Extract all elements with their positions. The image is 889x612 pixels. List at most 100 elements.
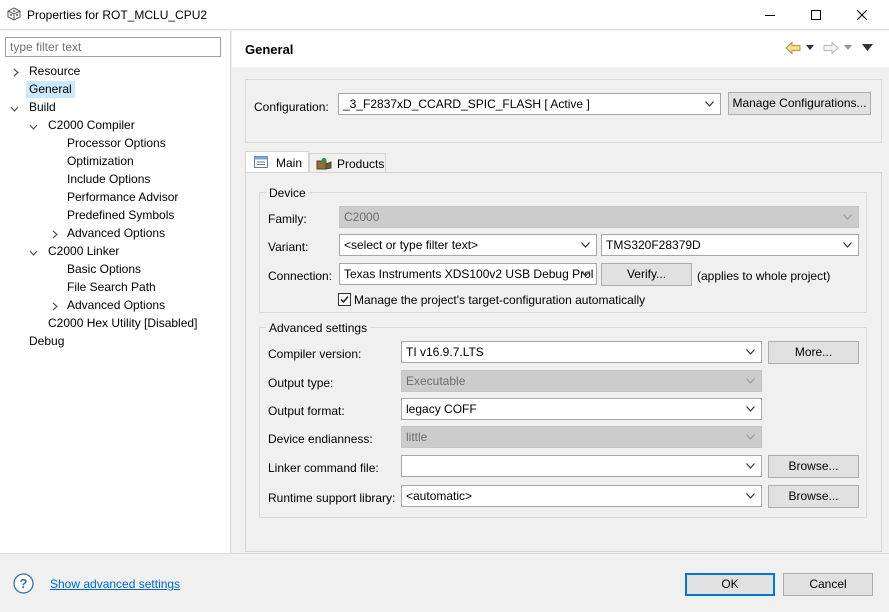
output-format-select[interactable]: legacy COFF	[401, 398, 762, 420]
products-tab-icon	[316, 158, 332, 170]
variant-label: Variant:	[268, 240, 309, 254]
family-label: Family:	[268, 212, 307, 226]
tab-main-label: Main	[276, 156, 303, 170]
tree-item-include-options[interactable]: Include Options	[67, 171, 150, 188]
window-title: Properties for ROT_MCLU_CPU2	[27, 8, 208, 22]
tree-item-resource[interactable]: Resource	[29, 63, 80, 80]
show-advanced-settings-link[interactable]: Show advanced settings	[50, 577, 180, 591]
forward-arrow-icon[interactable]	[823, 41, 839, 55]
collapse-icon[interactable]	[29, 248, 38, 257]
verify-button[interactable]: Verify...	[601, 263, 692, 286]
chevron-down-icon	[581, 271, 590, 277]
forward-dropdown-icon[interactable]	[844, 45, 852, 51]
page-title: General	[245, 42, 294, 57]
tree-item-processor-options[interactable]: Processor Options	[67, 135, 166, 152]
more-button[interactable]: More...	[768, 341, 859, 364]
tree-item-c2000-linker[interactable]: C2000 Linker	[48, 243, 119, 260]
runtime-support-library-label: Runtime support library:	[268, 491, 396, 505]
tree-item-performance-advisor[interactable]: Performance Advisor	[67, 189, 178, 206]
chevron-down-icon	[843, 214, 852, 220]
variant-value: TMS320F28379D	[606, 238, 701, 252]
tree-item-file-search-path[interactable]: File Search Path	[67, 279, 156, 296]
filter-input[interactable]	[5, 37, 221, 57]
dialog-footer: ? Show advanced settings OK Cancel	[0, 553, 889, 612]
variant-filter-value: <select or type filter text>	[344, 238, 479, 252]
chevron-down-icon	[746, 378, 755, 384]
main-tab-panel: Device Family: C2000 Variant: <select or…	[245, 172, 882, 552]
tree-item-linker-advanced-options[interactable]: Advanced Options	[67, 297, 165, 314]
browse-linker-button[interactable]: Browse...	[768, 455, 859, 478]
tree-item-c2000-compiler[interactable]: C2000 Compiler	[48, 117, 135, 134]
chevron-down-icon	[746, 434, 755, 440]
main-tab-icon	[254, 156, 268, 168]
tree-item-c2000-hex-utility[interactable]: C2000 Hex Utility [Disabled]	[48, 315, 197, 332]
linker-command-file-label: Linker command file:	[268, 461, 379, 475]
connection-select[interactable]: Texas Instruments XDS100v2 USB Debug Pro…	[339, 263, 597, 285]
output-format-label: Output format:	[268, 404, 345, 418]
compiler-version-label: Compiler version:	[268, 347, 362, 361]
compiler-version-select[interactable]: TI v16.9.7.LTS	[401, 341, 762, 363]
collapse-icon[interactable]	[10, 104, 19, 113]
variant-filter-input[interactable]: <select or type filter text>	[339, 234, 597, 256]
manage-target-config-checkbox[interactable]	[338, 293, 351, 306]
navigation-panel: Resource General Build C2000 Compiler Pr…	[0, 31, 231, 553]
maximize-button[interactable]	[793, 0, 839, 30]
expand-icon[interactable]	[50, 302, 59, 311]
view-menu-icon[interactable]	[862, 44, 873, 52]
linker-command-file-select[interactable]	[401, 455, 762, 477]
manage-configurations-button[interactable]: Manage Configurations...	[728, 92, 871, 115]
device-endianness-value: little	[406, 430, 428, 444]
connection-value: Texas Instruments XDS100v2 USB Debug Pro…	[344, 267, 594, 281]
expand-icon[interactable]	[11, 68, 20, 77]
configuration-value: _3_F2837xD_CCARD_SPIC_FLASH [ Active ]	[343, 97, 590, 111]
maximize-icon	[811, 10, 821, 20]
compiler-version-value: TI v16.9.7.LTS	[406, 345, 484, 359]
runtime-support-library-select[interactable]: <automatic>	[401, 485, 762, 507]
runtime-support-library-value: <automatic>	[406, 489, 473, 503]
expand-icon[interactable]	[50, 230, 59, 239]
back-arrow-icon[interactable]	[785, 41, 801, 55]
help-icon[interactable]: ?	[13, 573, 34, 594]
page-header: General	[232, 31, 889, 67]
cancel-button[interactable]: Cancel	[783, 573, 873, 596]
title-bar: Properties for ROT_MCLU_CPU2	[0, 0, 889, 30]
browse-runtime-button[interactable]: Browse...	[768, 485, 859, 508]
chevron-down-icon	[746, 406, 755, 412]
back-dropdown-icon[interactable]	[806, 45, 814, 51]
device-endianness-select: little	[401, 426, 762, 448]
variant-select[interactable]: TMS320F28379D	[601, 234, 859, 256]
configuration-box: Configuration: _3_F2837xD_CCARD_SPIC_FLA…	[245, 79, 882, 143]
close-button[interactable]	[839, 0, 885, 30]
tree-item-debug[interactable]: Debug	[29, 333, 64, 350]
chevron-down-icon	[843, 242, 852, 248]
chevron-down-icon	[746, 493, 755, 499]
tree-item-predefined-symbols[interactable]: Predefined Symbols	[67, 207, 174, 224]
output-type-select: Executable	[401, 370, 762, 392]
family-select: C2000	[339, 206, 859, 228]
checkmark-icon	[340, 296, 349, 304]
advanced-settings-title: Advanced settings	[266, 321, 371, 335]
close-icon	[857, 10, 867, 20]
chevron-down-icon	[746, 349, 755, 355]
chevron-down-icon	[705, 101, 714, 107]
ok-button[interactable]: OK	[685, 573, 775, 596]
advanced-settings-group: Advanced settings Compiler version: TI v…	[259, 321, 867, 518]
tab-main[interactable]: Main	[245, 151, 309, 174]
tree-item-build[interactable]: Build	[29, 99, 56, 116]
device-group: Device Family: C2000 Variant: <select or…	[259, 186, 867, 313]
tree-item-general[interactable]: General	[26, 81, 75, 98]
minimize-button[interactable]	[747, 0, 793, 30]
tree-item-advanced-options[interactable]: Advanced Options	[67, 225, 165, 242]
collapse-icon[interactable]	[29, 122, 38, 131]
app-icon	[7, 7, 21, 21]
connection-label: Connection:	[268, 269, 333, 283]
configuration-select[interactable]: _3_F2837xD_CCARD_SPIC_FLASH [ Active ]	[338, 93, 721, 115]
device-endianness-label: Device endianness:	[268, 432, 373, 446]
tree-item-optimization[interactable]: Optimization	[67, 153, 134, 170]
chevron-down-icon	[581, 242, 590, 248]
svg-text:?: ?	[20, 576, 28, 591]
manage-target-config-label: Manage the project's target-configuratio…	[354, 293, 646, 307]
tree-item-basic-options[interactable]: Basic Options	[67, 261, 141, 278]
properties-page: General Configuration: _3_F2837xD_CCARD_…	[232, 31, 889, 553]
device-group-title: Device	[266, 186, 309, 200]
